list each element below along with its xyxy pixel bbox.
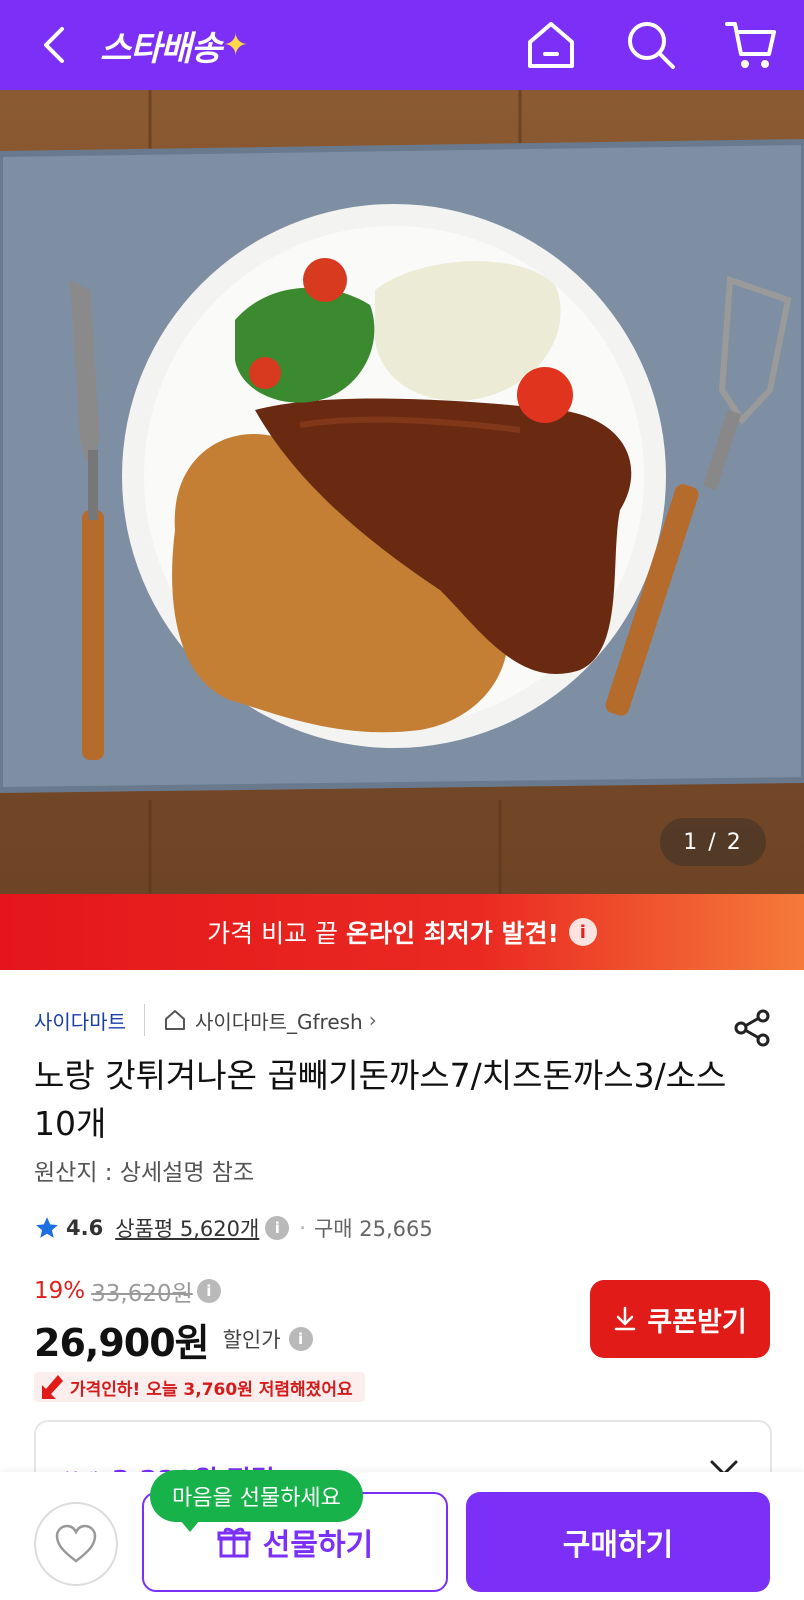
promo-text-bold: 온라인 최저가 발견! xyxy=(346,919,559,948)
reviews-link[interactable]: 상품평 5,620개 xyxy=(115,1213,259,1243)
origin-info: 원산지 : 상세설명 참조 xyxy=(34,1160,255,1186)
gift-icon xyxy=(217,1527,251,1558)
back-arrow-icon xyxy=(44,27,64,63)
price-row: 26,900원 할인가 i xyxy=(34,1313,323,1365)
original-price: 33,620원 xyxy=(91,1281,193,1307)
gift-label: 선물하기 xyxy=(262,1528,374,1563)
rating-row: 4.6 상품평 5,620개 i · 구매 25,665 xyxy=(34,1210,433,1246)
rating-score: 4.6 xyxy=(66,1216,104,1240)
star-delivery-logo[interactable]: 스타배송 ✦ xyxy=(100,22,248,69)
divider xyxy=(144,1004,145,1036)
coupon-label: 쿠폰받기 xyxy=(647,1306,747,1338)
brand-link[interactable]: 사이다마트 xyxy=(34,1006,126,1035)
price-drop-text: 가격인하! 오늘 3,760원 저렴해졌어요 xyxy=(70,1379,353,1400)
info-icon[interactable]: i xyxy=(265,1216,290,1240)
info-icon[interactable]: i xyxy=(288,1327,313,1351)
top-app-bar: 스타배송 ✦ xyxy=(0,0,804,90)
buy-button[interactable]: 구매하기 xyxy=(466,1492,770,1592)
gift-tooltip: 마음을 선물하세요 xyxy=(150,1470,363,1532)
store-name: 사이다마트_Gfresh xyxy=(195,1009,363,1034)
separator: · xyxy=(299,1216,306,1240)
image-counter: 1 / 2 xyxy=(660,818,766,866)
star-icon xyxy=(36,1217,58,1238)
back-button[interactable] xyxy=(28,20,78,70)
share-icon xyxy=(734,1009,770,1047)
product-image[interactable] xyxy=(0,90,804,894)
home-button[interactable] xyxy=(522,16,580,74)
bottom-action-bar: 선물하기 구매하기 xyxy=(0,1472,804,1600)
download-icon xyxy=(615,1306,636,1331)
lowest-price-banner[interactable]: 가격 비교 끝 온라인 최저가 발견! i xyxy=(0,894,804,970)
heart-icon xyxy=(55,1524,97,1563)
cart-button[interactable] xyxy=(722,16,780,74)
home-icon xyxy=(528,22,574,68)
purchase-count: 구매 25,665 xyxy=(313,1217,433,1241)
info-icon[interactable]: i xyxy=(196,1279,221,1303)
cart-icon xyxy=(725,22,776,68)
search-icon xyxy=(628,22,675,69)
price-label: 할인가 xyxy=(222,1328,281,1352)
chevron-right-icon: › xyxy=(368,1008,377,1032)
product-title: 노랑 갓튀겨나온 곱빼기돈까스7/치즈돈까스3/소스10개 xyxy=(34,1056,727,1143)
search-button[interactable] xyxy=(622,16,680,74)
discount-rate: 19% xyxy=(34,1278,86,1304)
share-button[interactable] xyxy=(730,1006,774,1050)
store-home-icon xyxy=(165,1010,185,1030)
promo-text: 가격 비교 끝 xyxy=(207,919,339,948)
logo-text: 스타배송 xyxy=(100,28,222,69)
seller-row: 사이다마트 사이다마트_Gfresh › xyxy=(34,1003,377,1037)
store-link[interactable]: 사이다마트_Gfresh › xyxy=(163,1006,377,1035)
sale-price: 26,900원 xyxy=(34,1320,210,1365)
coupon-download-button[interactable]: 쿠폰받기 xyxy=(590,1280,770,1358)
wishlist-button[interactable] xyxy=(34,1502,118,1586)
price-drop-notice: 가격인하! 오늘 3,760원 저렴해졌어요 xyxy=(34,1372,365,1402)
discount-row: 19% 33,620원 i xyxy=(34,1275,231,1307)
price-down-arrow-icon xyxy=(42,1375,63,1399)
info-icon[interactable]: i xyxy=(568,918,597,946)
sparkle-icon: ✦ xyxy=(223,27,248,63)
